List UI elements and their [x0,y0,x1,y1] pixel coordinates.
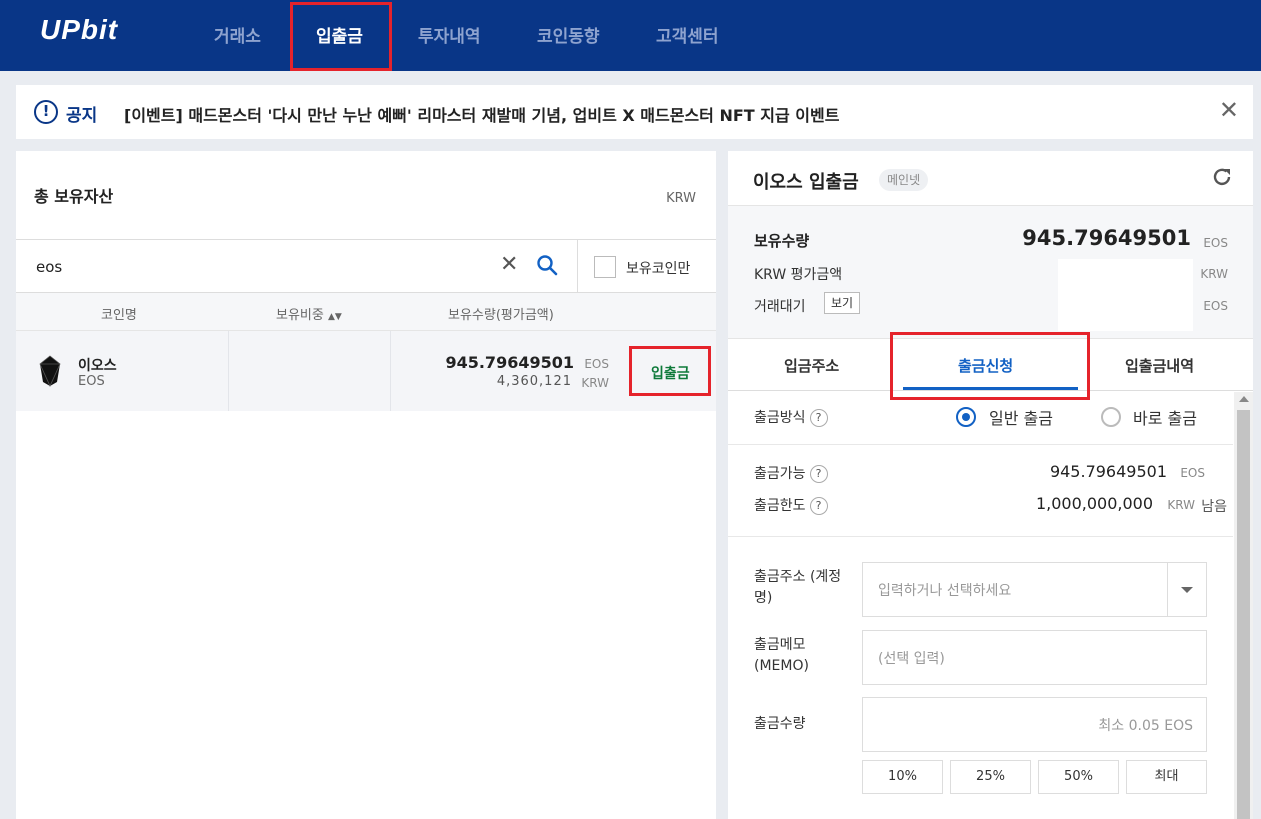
nav-customer-center[interactable]: 고객센터 [656,22,719,47]
memo-placeholder: (선택 입력) [878,651,945,667]
method-label: 출금방식? [754,408,828,429]
col-quantity[interactable]: 보유수량(평가금액) [448,304,554,323]
limit-unit: KRW [1167,498,1195,512]
amount-placeholder: 최소 0.05 EOS [1098,718,1193,734]
coin-quantity: 945.79649501 [445,353,574,372]
amount-label: 출금수량 [754,716,806,732]
column-divider [228,331,229,411]
limit-label: 출금한도? [754,496,828,517]
held-label: 보유수량 [754,232,810,250]
krw-eval-label: KRW 평가금액 [754,267,843,283]
held-value: 945.79649501 [1022,226,1191,250]
limit-suffix: 남음 [1201,499,1227,515]
sort-icon[interactable]: ▲▼ [328,312,342,322]
radio-normal-withdraw[interactable] [956,407,976,427]
table-header: 코인명 보유비중 ▲▼ 보유수량(평가금액) [16,293,716,331]
close-icon[interactable]: ✕ [1219,98,1239,122]
divider [728,444,1233,445]
total-assets-title: 총 보유자산 [34,187,114,206]
dropdown-divider [1167,563,1168,616]
coin-symbol: EOS [78,374,105,389]
col-holding-ratio-label: 보유비중 [276,308,324,323]
coin-krw-value: 4,360,121 [496,374,572,389]
address-label: 출금주소 (계정 명) [754,569,842,606]
eos-coin-icon [39,355,61,387]
scroll-thumb[interactable] [1237,410,1250,819]
highlight-box-nav [290,2,392,71]
deposit-withdraw-panel: 이오스 입출금 메인넷 보유수량 945.79649501 EOS KRW 평가… [728,151,1253,819]
col-holding-ratio[interactable]: 보유비중 ▲▼ [276,304,342,323]
alert-icon: ! [34,100,58,124]
available-value: 945.79649501 [1049,462,1167,481]
clear-icon[interactable]: ✕ [500,252,518,277]
masked-values [1058,259,1193,331]
pct-25-button[interactable]: 25% [950,760,1031,794]
notice-text[interactable]: [이벤트] 매드몬스터 '다시 만난 누난 예뻐' 리마스터 재발매 기념, 업… [124,102,839,126]
network-badge: 메인넷 [879,169,929,191]
pct-50-button[interactable]: 50% [1038,760,1119,794]
top-header: UPbit 거래소 입출금 투자내역 코인동향 고객센터 [0,0,1261,71]
balance-section: 보유수량 945.79649501 EOS KRW 평가금액 KRW 거래대기 … [728,205,1253,339]
table-row[interactable]: 이오스 EOS 945.79649501 EOS 4,360,121 KRW [16,331,716,411]
search-divider [577,240,578,294]
pct-10-button[interactable]: 10% [862,760,943,794]
tab-history[interactable]: 입출금내역 [1125,355,1194,376]
refresh-icon[interactable] [1211,166,1233,188]
withdraw-amount-input[interactable]: 최소 0.05 EOS [862,697,1207,752]
withdraw-address-select[interactable]: 입력하거나 선택하세요 [862,562,1207,617]
nav-coin-trends[interactable]: 코인동향 [537,22,600,47]
panel-title: 이오스 입출금 [753,172,859,193]
tab-deposit-address[interactable]: 입금주소 [784,355,839,376]
coin-krw-unit: KRW [581,376,609,390]
coin-name: 이오스 [78,358,117,374]
view-pending-button[interactable]: 보기 [824,292,861,314]
pending-label: 거래대기 [754,299,806,315]
held-unit: EOS [1203,236,1228,250]
address-placeholder: 입력하거나 선택하세요 [878,583,1012,599]
divider [728,536,1233,537]
instant-withdraw-label[interactable]: 바로 출금 [1133,405,1197,429]
scrollbar[interactable] [1234,392,1253,819]
memo-label: 출금메모 (MEMO) [754,637,809,674]
nav-investments[interactable]: 투자내역 [418,22,481,47]
highlight-box-tab [890,332,1090,400]
available-unit: EOS [1180,466,1205,480]
upbit-logo[interactable]: UPbit [40,14,118,46]
help-icon[interactable]: ? [809,465,828,483]
available-label: 출금가능? [754,464,828,485]
col-coin-name[interactable]: 코인명 [101,304,137,323]
withdraw-form: 출금방식? 일반 출금 바로 출금 출금가능? 945.79649501 EOS… [728,392,1233,819]
column-divider [390,331,391,411]
limit-value: 1,000,000,000 [1035,494,1153,513]
assets-panel: 총 보유자산 KRW eos ✕ 보유코인만 코인명 보유비중 ▲▼ 보유수량(… [16,151,716,819]
pending-unit: EOS [1203,299,1228,313]
search-row: eos ✕ 보유코인만 [16,239,716,294]
scroll-up-icon[interactable] [1239,396,1249,402]
krw-eval-unit: KRW [1200,267,1228,281]
normal-withdraw-label[interactable]: 일반 출금 [989,405,1053,429]
nav-exchange[interactable]: 거래소 [214,22,261,47]
withdraw-memo-input[interactable]: (선택 입력) [862,630,1207,685]
help-icon[interactable]: ? [809,497,828,515]
total-assets-unit: KRW [666,191,696,206]
only-held-label[interactable]: 보유코인만 [626,258,690,278]
radio-instant-withdraw[interactable] [1101,407,1121,427]
notice-bar: ! 공지 [이벤트] 매드몬스터 '다시 만난 누난 예뻐' 리마스터 재발매 … [16,85,1253,139]
only-held-checkbox[interactable] [594,256,616,278]
coin-search-input[interactable]: eos [36,258,62,276]
chevron-down-icon[interactable] [1181,587,1193,593]
max-button[interactable]: 최대 [1126,760,1207,794]
help-icon[interactable]: ? [809,409,828,427]
coin-quantity-unit: EOS [584,357,609,371]
highlight-box-action [629,346,711,396]
search-icon[interactable] [536,254,558,276]
notice-label: 공지 [66,106,98,126]
